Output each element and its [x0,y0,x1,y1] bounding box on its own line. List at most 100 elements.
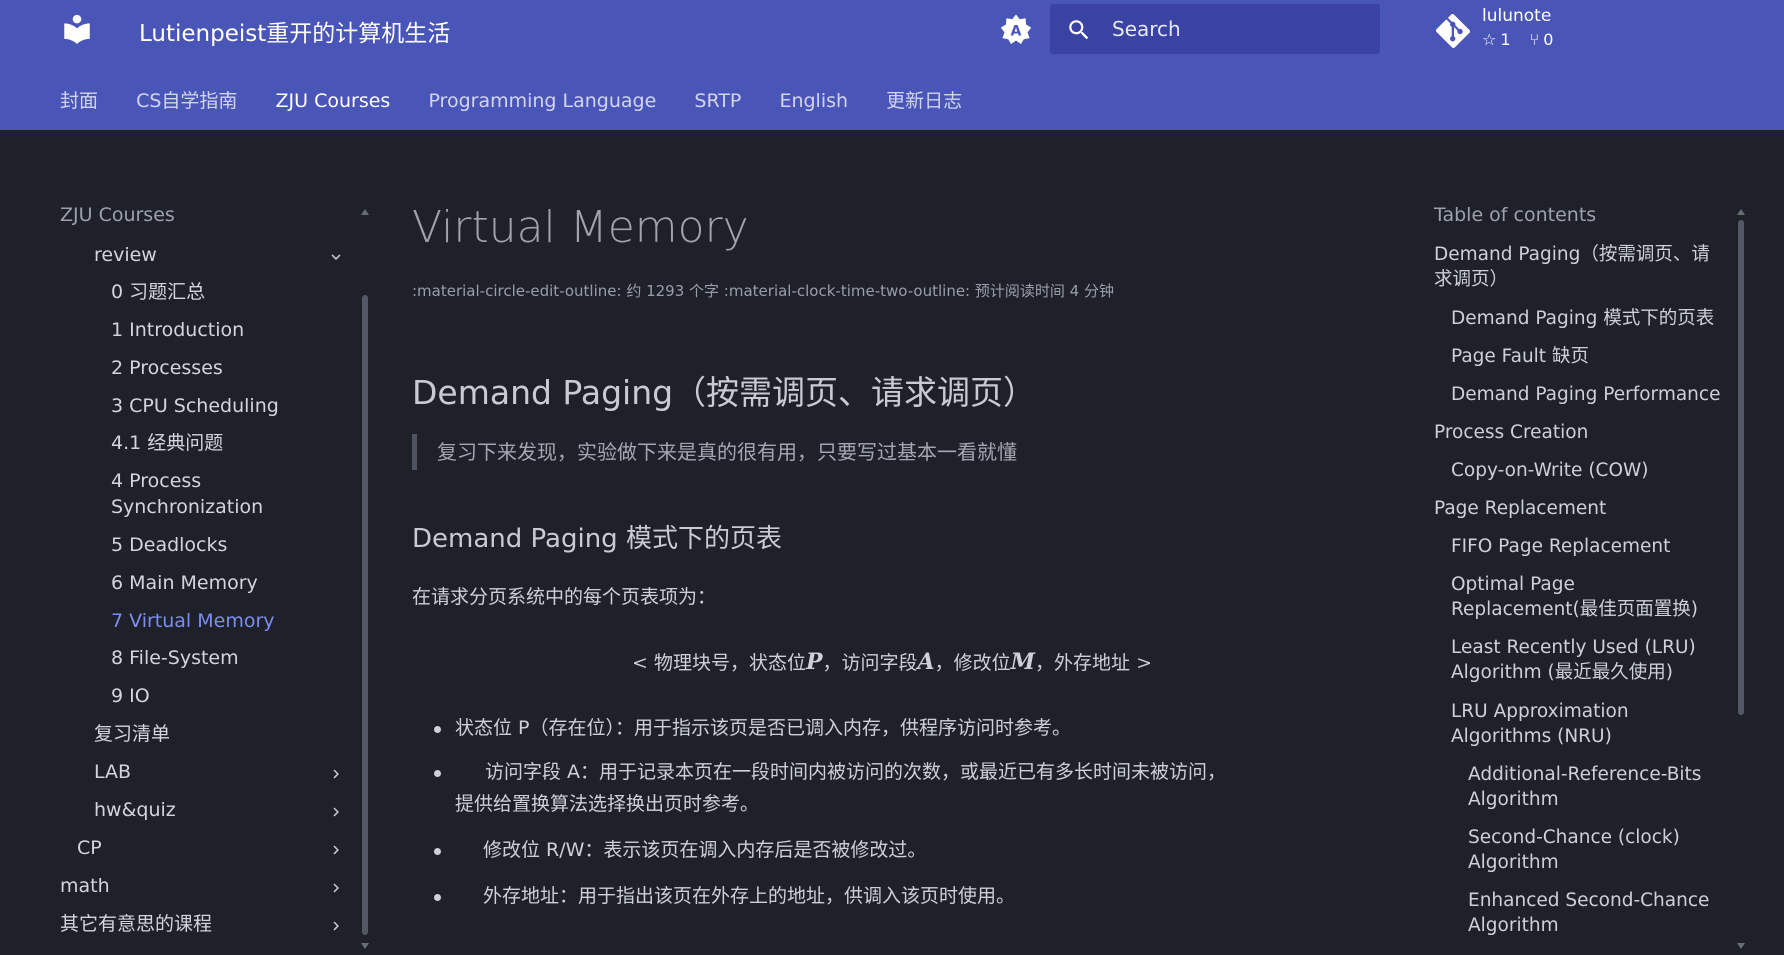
toc-item-lru-approx-line2[interactable]: Algorithms (NRU) [1451,724,1612,750]
tab-zju-courses[interactable]: ZJU Courses [276,90,391,112]
sidebar-item-process-sync[interactable]: 4 Process [111,468,201,495]
tab-changelog[interactable]: 更新日志 [886,86,962,113]
toc-item-optimal[interactable]: Optimal Page [1451,572,1575,598]
toc-item-optimal-line2[interactable]: Replacement(最佳页面置换) [1451,597,1698,623]
list-item-continuation: 提供给置换算法选择换出页时参考。 [455,786,1365,823]
sidebar-item-cpu-scheduling[interactable]: 3 CPU Scheduling [111,393,279,420]
list-item-text: 状态位 P（存在位）：用于指示该页是否已调入内存，供程序访问时参考。 [455,717,1071,739]
bullet-dot [434,848,441,855]
toc-scroll-up-arrow-icon[interactable] [1736,208,1746,216]
tab-english[interactable]: English [779,90,848,112]
tab-cover[interactable]: 封面 [60,86,98,113]
top-header: Lutienpeist重开的计算机生活 A Search lulunote ☆ 1… [0,0,1784,130]
page-title: Virtual Memory [412,202,749,253]
toc-title: Table of contents [1434,204,1597,226]
sidebar-item-main-memory[interactable]: 6 Main Memory [111,570,258,597]
toc-scrollbar[interactable] [1738,220,1744,715]
chevron-right-icon[interactable] [327,765,345,783]
list-item: 修改位 R/W：表示该页在调入内存后是否被修改过。 [434,832,1365,869]
repo-link[interactable]: lulunote ☆ 1 ⑂ 0 [1436,6,1596,54]
section-heading: Demand Paging（按需调页、请求调页） [412,373,1037,412]
math-text-1: 物理块号，状态位 [653,652,806,674]
sidebar-item-io[interactable]: 9 IO [111,683,150,710]
sidebar-item-exercises[interactable]: 0 习题汇总 [111,279,205,306]
toc-item-lru-approx[interactable]: LRU Approximation [1451,699,1629,725]
left-sidebar: ZJU Courses review 0 习题汇总 1 Introduction… [0,130,370,955]
sidebar-item-processes[interactable]: 2 Processes [111,355,223,382]
sidebar-item-lab[interactable]: LAB [94,759,131,786]
tab-cs-guide[interactable]: CS自学指南 [136,86,237,113]
sidebar-item-hw-quiz[interactable]: hw&quiz [94,797,176,824]
toc-item-page-table[interactable]: Demand Paging 模式下的页表 [1451,306,1714,332]
toc-item-cow[interactable]: Copy-on-Write (COW) [1451,458,1649,484]
toc-item-enhanced-second-chance-line2[interactable]: Algorithm [1468,913,1559,939]
search-input[interactable]: Search [1050,4,1380,54]
toc-item-dp-performance[interactable]: Demand Paging Performance [1451,382,1720,408]
tab-srtp[interactable]: SRTP [694,90,741,112]
toc-item-page-fault[interactable]: Page Fault 缺页 [1451,344,1589,370]
sidebar-item-virtual-memory[interactable]: 7 Virtual Memory [111,608,275,635]
sidebar-item-other-courses[interactable]: 其它有意思的课程 [60,911,212,938]
toc-item-lru-line2[interactable]: Algorithm (最近最久使用) [1451,660,1673,686]
toc-item-second-chance[interactable]: Second-Chance (clock) [1468,825,1680,851]
page-meta: :material-circle-edit-outline: 约 1293 个字… [412,282,1114,300]
scroll-down-arrow-icon[interactable] [360,942,370,950]
book-logo-icon[interactable] [60,12,94,46]
nav-tabs: 封面 CS自学指南 ZJU Courses Programming Langua… [60,86,995,113]
toc-item-process-creation[interactable]: Process Creation [1434,420,1588,446]
sidebar-item-introduction[interactable]: 1 Introduction [111,317,244,344]
toc-item-fifo[interactable]: FIFO Page Replacement [1451,534,1670,560]
math-text-2: ，访问字段 [822,652,918,674]
math-text-3: ，修改位 [934,652,1011,674]
toc-item-page-replacement[interactable]: Page Replacement [1434,496,1606,522]
site-title[interactable]: Lutienpeist重开的计算机生活 [139,14,450,48]
toc-item-demand-paging-line2[interactable]: 求调页） [1434,267,1508,293]
sidebar-item-cp[interactable]: CP [77,835,102,862]
list-item-text: 访问字段 A：用于记录本页在一段时间内被访问的次数，或最近已有多长时间未被访问， [485,761,1227,783]
search-icon [1069,20,1089,40]
chevron-right-icon[interactable] [327,917,345,935]
math-gt: > [1136,652,1152,674]
toc-item-demand-paging[interactable]: Demand Paging（按需调页、请 [1434,242,1710,268]
chevron-right-icon[interactable] [327,879,345,897]
toc-item-additional-ref-bits[interactable]: Additional-Reference-Bits [1468,762,1701,788]
blockquote: 复习下来发现，实验做下来是真的很有用，只要写过基本一看就懂 [412,434,1017,470]
bullet-dot [434,770,441,777]
repo-stats: ☆ 1 ⑂ 0 [1482,30,1567,49]
math-lt: < [632,652,648,674]
chevron-right-icon[interactable] [327,803,345,821]
math-var-a: A [917,649,935,675]
sidebar-item-deadlocks[interactable]: 5 Deadlocks [111,532,227,559]
sidebar-title: ZJU Courses [60,204,175,226]
math-text-4: ，外存地址 [1035,652,1131,674]
fork-icon: ⑂ [1529,30,1540,49]
toc-item-additional-ref-bits-line2[interactable]: Algorithm [1468,787,1559,813]
git-icon [1436,14,1470,48]
table-of-contents: Table of contents Demand Paging（按需调页、请 求… [1420,130,1784,955]
scroll-up-arrow-icon[interactable] [360,208,370,216]
main-content: Virtual Memory :material-circle-edit-out… [412,130,1372,955]
sidebar-item-math[interactable]: math [60,873,110,900]
svg-text:A: A [1011,24,1022,40]
sidebar-item-classic-problems[interactable]: 4.1 经典问题 [111,430,223,457]
chevron-down-icon[interactable] [327,248,345,266]
tab-programming-language[interactable]: Programming Language [428,90,656,112]
toc-item-enhanced-second-chance[interactable]: Enhanced Second-Chance [1468,888,1709,914]
toc-item-second-chance-line2[interactable]: Algorithm [1468,850,1559,876]
sidebar-item-review-list[interactable]: 复习清单 [94,721,170,748]
sidebar-item-review[interactable]: review [94,242,157,269]
star-icon: ☆ [1482,30,1497,49]
star-count: 1 [1500,30,1511,49]
repo-name: lulunote [1482,6,1552,26]
chevron-right-icon[interactable] [327,841,345,859]
list-item: 外存地址：用于指出该页在外存上的地址，供调入该页时使用。 [434,878,1365,915]
toc-scroll-down-arrow-icon[interactable] [1736,942,1746,950]
math-var-p: P [805,649,823,675]
sidebar-item-process-sync-line2[interactable]: Synchronization [111,494,263,521]
toc-item-lru[interactable]: Least Recently Used (LRU) [1451,635,1696,661]
theme-toggle-icon[interactable]: A [999,13,1033,47]
sidebar-item-file-system[interactable]: 8 File-System [111,645,239,672]
sidebar-scrollbar[interactable] [362,295,368,935]
list-item-text: 外存地址：用于指出该页在外存上的地址，供调入该页时使用。 [483,885,1016,907]
math-formula: < 物理块号，状态位P，访问字段A，修改位M，外存地址 > [592,648,1192,675]
